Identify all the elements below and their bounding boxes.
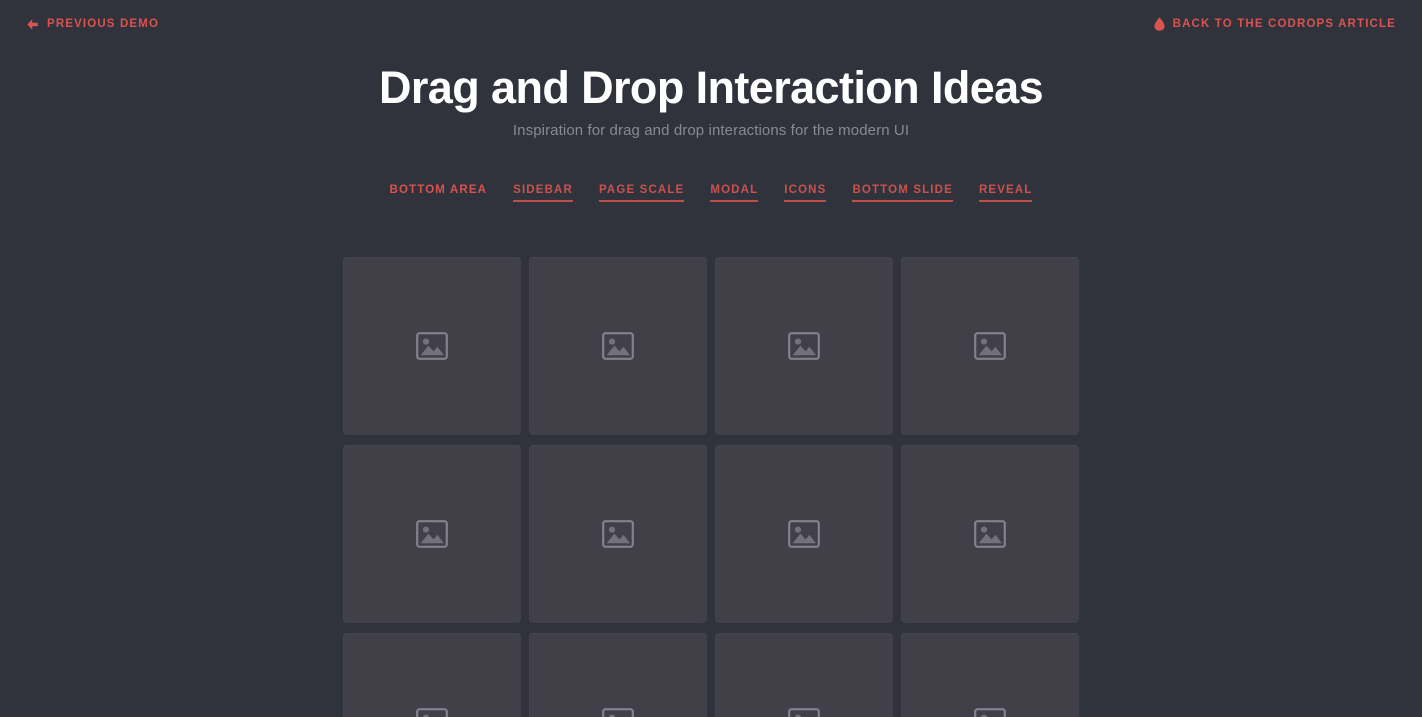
image-placeholder-icon [416,332,448,360]
page-title: Drag and Drop Interaction Ideas [378,62,1044,113]
nav-item-bottom-area: Bottom Area [389,184,488,196]
codrops-article-label: Back to the Codrops article [1172,18,1396,30]
image-placeholder-icon [788,708,820,717]
grid-item[interactable] [343,445,521,623]
image-placeholder-icon [974,520,1006,548]
nav-item-icons[interactable]: Icons [784,184,827,202]
grid-item[interactable] [901,445,1079,623]
nav-item-sidebar[interactable]: Sidebar [513,184,573,202]
top-bar: Previous Demo Back to the Codrops articl… [0,0,1422,48]
demo-nav: Bottom Area Sidebar Page Scale Modal Icons Bo… [0,180,1422,202]
grid-item[interactable] [715,633,893,717]
grid-item[interactable] [529,633,707,717]
arrow-left-icon [26,18,39,31]
image-placeholder-icon [602,708,634,717]
image-placeholder-icon [416,708,448,717]
image-placeholder-icon [416,520,448,548]
grid-item[interactable] [529,445,707,623]
grid-item[interactable] [715,257,893,435]
previous-demo-link[interactable]: Previous Demo [26,18,159,31]
image-placeholder-icon [788,332,820,360]
previous-demo-label: Previous Demo [47,18,160,30]
page-subtitle: Inspiration for drag and drop interactio… [512,122,910,140]
nav-item-reveal[interactable]: Reveal [978,184,1033,202]
nav-item-modal[interactable]: Modal [710,184,759,202]
grid-item[interactable] [901,257,1079,435]
codrops-article-link[interactable]: Back to the Codrops article [1154,17,1396,31]
page-header: Drag and Drop Interaction Ideas Inspirat… [0,60,1422,139]
image-placeholder-icon [788,520,820,548]
grid-item[interactable] [901,633,1079,717]
grid-item[interactable] [343,633,521,717]
drag-grid [343,257,1079,717]
grid-item[interactable] [529,257,707,435]
image-placeholder-icon [602,520,634,548]
image-placeholder-icon [974,708,1006,717]
drag-grid-area [0,257,1422,717]
image-placeholder-icon [974,332,1006,360]
nav-item-page-scale[interactable]: Page Scale [598,184,685,202]
image-placeholder-icon [602,332,634,360]
nav-item-bottom-slide[interactable]: Bottom Slide [852,184,954,202]
grid-item[interactable] [343,257,521,435]
droplet-icon [1154,17,1165,31]
grid-item[interactable] [715,445,893,623]
